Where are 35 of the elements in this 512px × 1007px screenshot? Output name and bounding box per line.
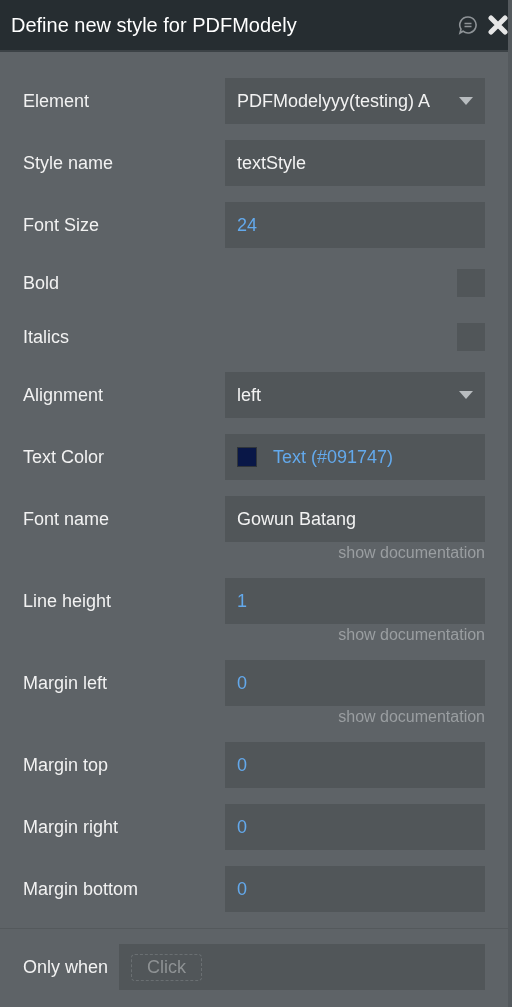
dropdown[interactable]: left (225, 372, 485, 418)
field-label: Margin top (23, 754, 110, 776)
field-label: Bold (23, 272, 61, 294)
number-field[interactable]: 0 (225, 804, 485, 850)
documentation-link[interactable]: show documentation (338, 544, 485, 562)
condition-field[interactable]: Click (119, 944, 485, 990)
number-field[interactable]: 0 (225, 660, 485, 706)
field-label: Margin left (23, 672, 109, 694)
field-label: Font name (23, 508, 111, 530)
field-label: Only when (23, 956, 109, 978)
documentation-link[interactable]: show documentation (338, 626, 485, 644)
field-label: Font Size (23, 214, 101, 236)
number-field[interactable]: 0 (225, 742, 485, 788)
close-icon[interactable] (488, 15, 508, 35)
field-label: Text Color (23, 446, 106, 468)
field-label: Margin right (23, 816, 120, 838)
documentation-link[interactable]: show documentation (338, 708, 485, 726)
comment-icon[interactable] (458, 15, 478, 35)
text-field[interactable]: Gowun Batang (225, 496, 485, 542)
field-label: Style name (23, 152, 115, 174)
window-title: Define new style for PDFModely (11, 13, 298, 37)
field-label: Element (23, 90, 91, 112)
caret-icon (459, 97, 473, 105)
dropdown[interactable]: PDFModelyyy(testing) A (225, 78, 485, 124)
caret-icon (459, 391, 473, 399)
field-label: Line height (23, 590, 113, 612)
field-label: Margin bottom (23, 878, 140, 900)
number-field[interactable]: 24 (225, 202, 485, 248)
color-name: Text (#091747) (273, 446, 394, 468)
number-field[interactable]: 0 (225, 866, 485, 912)
number-field[interactable]: 1 (225, 578, 485, 624)
field-label: Italics (23, 326, 70, 348)
field-label: Alignment (23, 384, 105, 406)
color-field[interactable]: Text (#091747) (225, 434, 485, 480)
text-field[interactable]: textStyle (225, 140, 485, 186)
